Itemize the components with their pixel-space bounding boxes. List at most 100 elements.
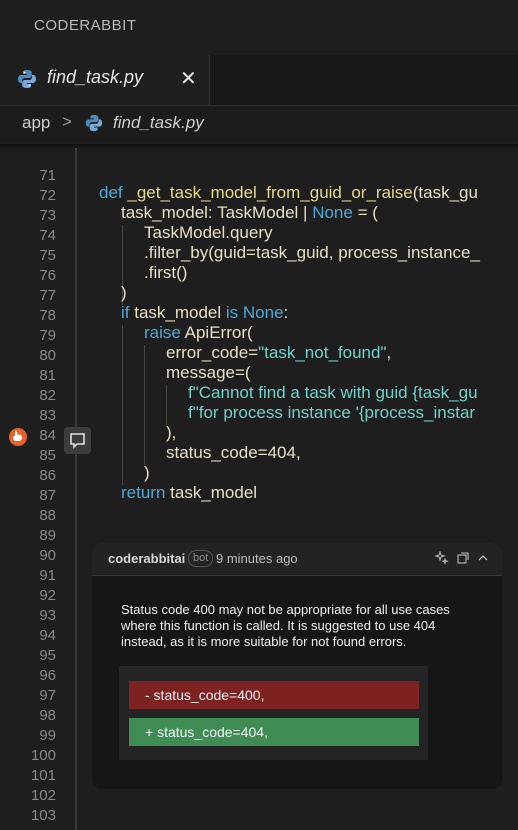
string-literal: "task_not_found" <box>258 343 387 362</box>
python-icon <box>85 114 103 132</box>
keyword: None <box>312 203 353 222</box>
line-number: 86 <box>39 467 56 484</box>
keyword: return <box>121 483 171 502</box>
code-text: : <box>283 303 289 322</box>
code-line-78: if task_model is None: <box>121 303 288 323</box>
line-number: 91 <box>39 567 56 584</box>
gutter-divider <box>75 148 77 830</box>
line-number: 85 <box>39 447 56 464</box>
code-line-82: f"Cannot find a task with guid {task_gu <box>188 383 478 402</box>
line-number: 102 <box>30 787 56 804</box>
line-number: 95 <box>39 647 56 664</box>
line-number: 94 <box>39 627 56 644</box>
keyword: def <box>99 183 128 202</box>
line-number: 82 <box>39 387 56 404</box>
sparkle-icon[interactable] <box>434 550 449 568</box>
code-text: , <box>386 343 392 362</box>
editor-shadow <box>0 144 518 150</box>
line-number: 103 <box>30 807 56 824</box>
line-number: 93 <box>39 607 56 624</box>
coderabbit-icon[interactable] <box>9 428 27 446</box>
code-text: task_model <box>134 303 226 322</box>
bot-badge: bot <box>188 550 214 567</box>
python-icon <box>18 70 36 88</box>
tab-bar: find_task.py ✕ <box>0 55 518 106</box>
code-line-81: message=( <box>166 363 251 382</box>
code-text: = ( <box>352 203 378 222</box>
chevron-up-icon[interactable] <box>477 551 489 568</box>
code-text: task_model <box>170 483 258 502</box>
line-number: 89 <box>39 527 56 544</box>
code-line-83: f"for process instance '{process_instar <box>188 403 476 422</box>
code-line-80: error_code="task_not_found", <box>166 343 391 363</box>
code-line-86: ) <box>144 463 150 482</box>
keyword: is <box>225 303 243 322</box>
code-line-73: task_model: TaskModel | None = ( <box>121 203 378 223</box>
keyword: raise <box>144 323 185 342</box>
tab-find-task[interactable]: find_task.py ✕ <box>0 55 210 105</box>
code-text: error_code= <box>166 343 259 362</box>
line-number: 72 <box>39 187 56 204</box>
line-number: 97 <box>39 687 56 704</box>
code-line-79: raise ApiError( <box>144 323 253 343</box>
line-number: 96 <box>39 667 56 684</box>
tab-label: find_task.py <box>47 67 144 87</box>
keyword: None <box>242 303 284 322</box>
line-number: 101 <box>30 767 56 784</box>
indent-guide <box>144 345 145 465</box>
diff-removed-line: - status_code=400, <box>129 681 419 709</box>
line-number: 77 <box>39 287 56 304</box>
close-icon[interactable]: ✕ <box>180 66 197 91</box>
code-line-87: return task_model <box>121 483 257 503</box>
line-number: 79 <box>39 327 56 344</box>
line-number: 100 <box>30 747 56 764</box>
code-text: ApiError( <box>184 323 253 342</box>
line-number: 99 <box>39 727 56 744</box>
breadcrumb-file[interactable]: find_task.py <box>113 113 204 133</box>
code-line-72: def _get_task_model_from_guid_or_raise(t… <box>99 183 478 203</box>
breadcrumb: app > find_task.py <box>0 106 518 142</box>
code-args: (task_gu <box>412 183 478 202</box>
line-number: 83 <box>39 407 56 424</box>
line-number: 98 <box>39 707 56 724</box>
line-number: 71 <box>39 167 56 184</box>
indent-guide <box>166 385 167 425</box>
line-number: 87 <box>39 487 56 504</box>
code-text: task_model: TaskModel | <box>121 203 313 222</box>
line-number: 73 <box>39 207 56 224</box>
code-line-76: .first() <box>144 263 188 282</box>
comment-body: Status code 400 may not be appropriate f… <box>121 602 450 649</box>
comment-timestamp: 9 minutes ago <box>216 551 298 566</box>
copy-icon[interactable] <box>456 551 470 568</box>
code-line-84: ), <box>166 423 177 442</box>
breadcrumb-folder[interactable]: app <box>22 113 50 133</box>
line-number: 81 <box>39 367 56 384</box>
diff-added-line: + status_code=404, <box>129 718 419 746</box>
line-number: 74 <box>39 227 56 244</box>
function-name: _get_task_model_from_guid_or_raise <box>127 183 413 202</box>
line-number: 76 <box>39 267 56 284</box>
code-line-85: status_code=404, <box>166 443 301 462</box>
keyword: if <box>121 303 135 322</box>
suggested-diff: - status_code=400, + status_code=404, <box>119 666 428 760</box>
diff-removed-text: - status_code=400, <box>145 687 265 703</box>
code-line-77: ) <box>121 283 127 302</box>
line-number: 75 <box>39 247 56 264</box>
review-comment-card: coderabbitai bot 9 minutes ago Status co… <box>92 543 502 789</box>
comment-button[interactable] <box>64 427 91 454</box>
app-title: CODERABBIT <box>34 17 137 34</box>
indent-guide <box>122 325 123 485</box>
line-number: 88 <box>39 507 56 524</box>
line-number: 78 <box>39 307 56 324</box>
chevron-right-icon: > <box>62 112 72 131</box>
comment-header: coderabbitai bot 9 minutes ago <box>92 543 502 576</box>
code-line-75: .filter_by(guid=task_guid, process_insta… <box>144 243 480 262</box>
comment-author[interactable]: coderabbitai <box>108 551 185 566</box>
code-line-74: TaskModel.query <box>144 223 273 242</box>
line-number: 80 <box>39 347 56 364</box>
line-number: 90 <box>39 547 56 564</box>
comment-icon <box>70 433 85 449</box>
line-number: 92 <box>39 587 56 604</box>
diff-added-text: + status_code=404, <box>145 724 268 740</box>
title-bar: CODERABBIT <box>0 0 518 55</box>
